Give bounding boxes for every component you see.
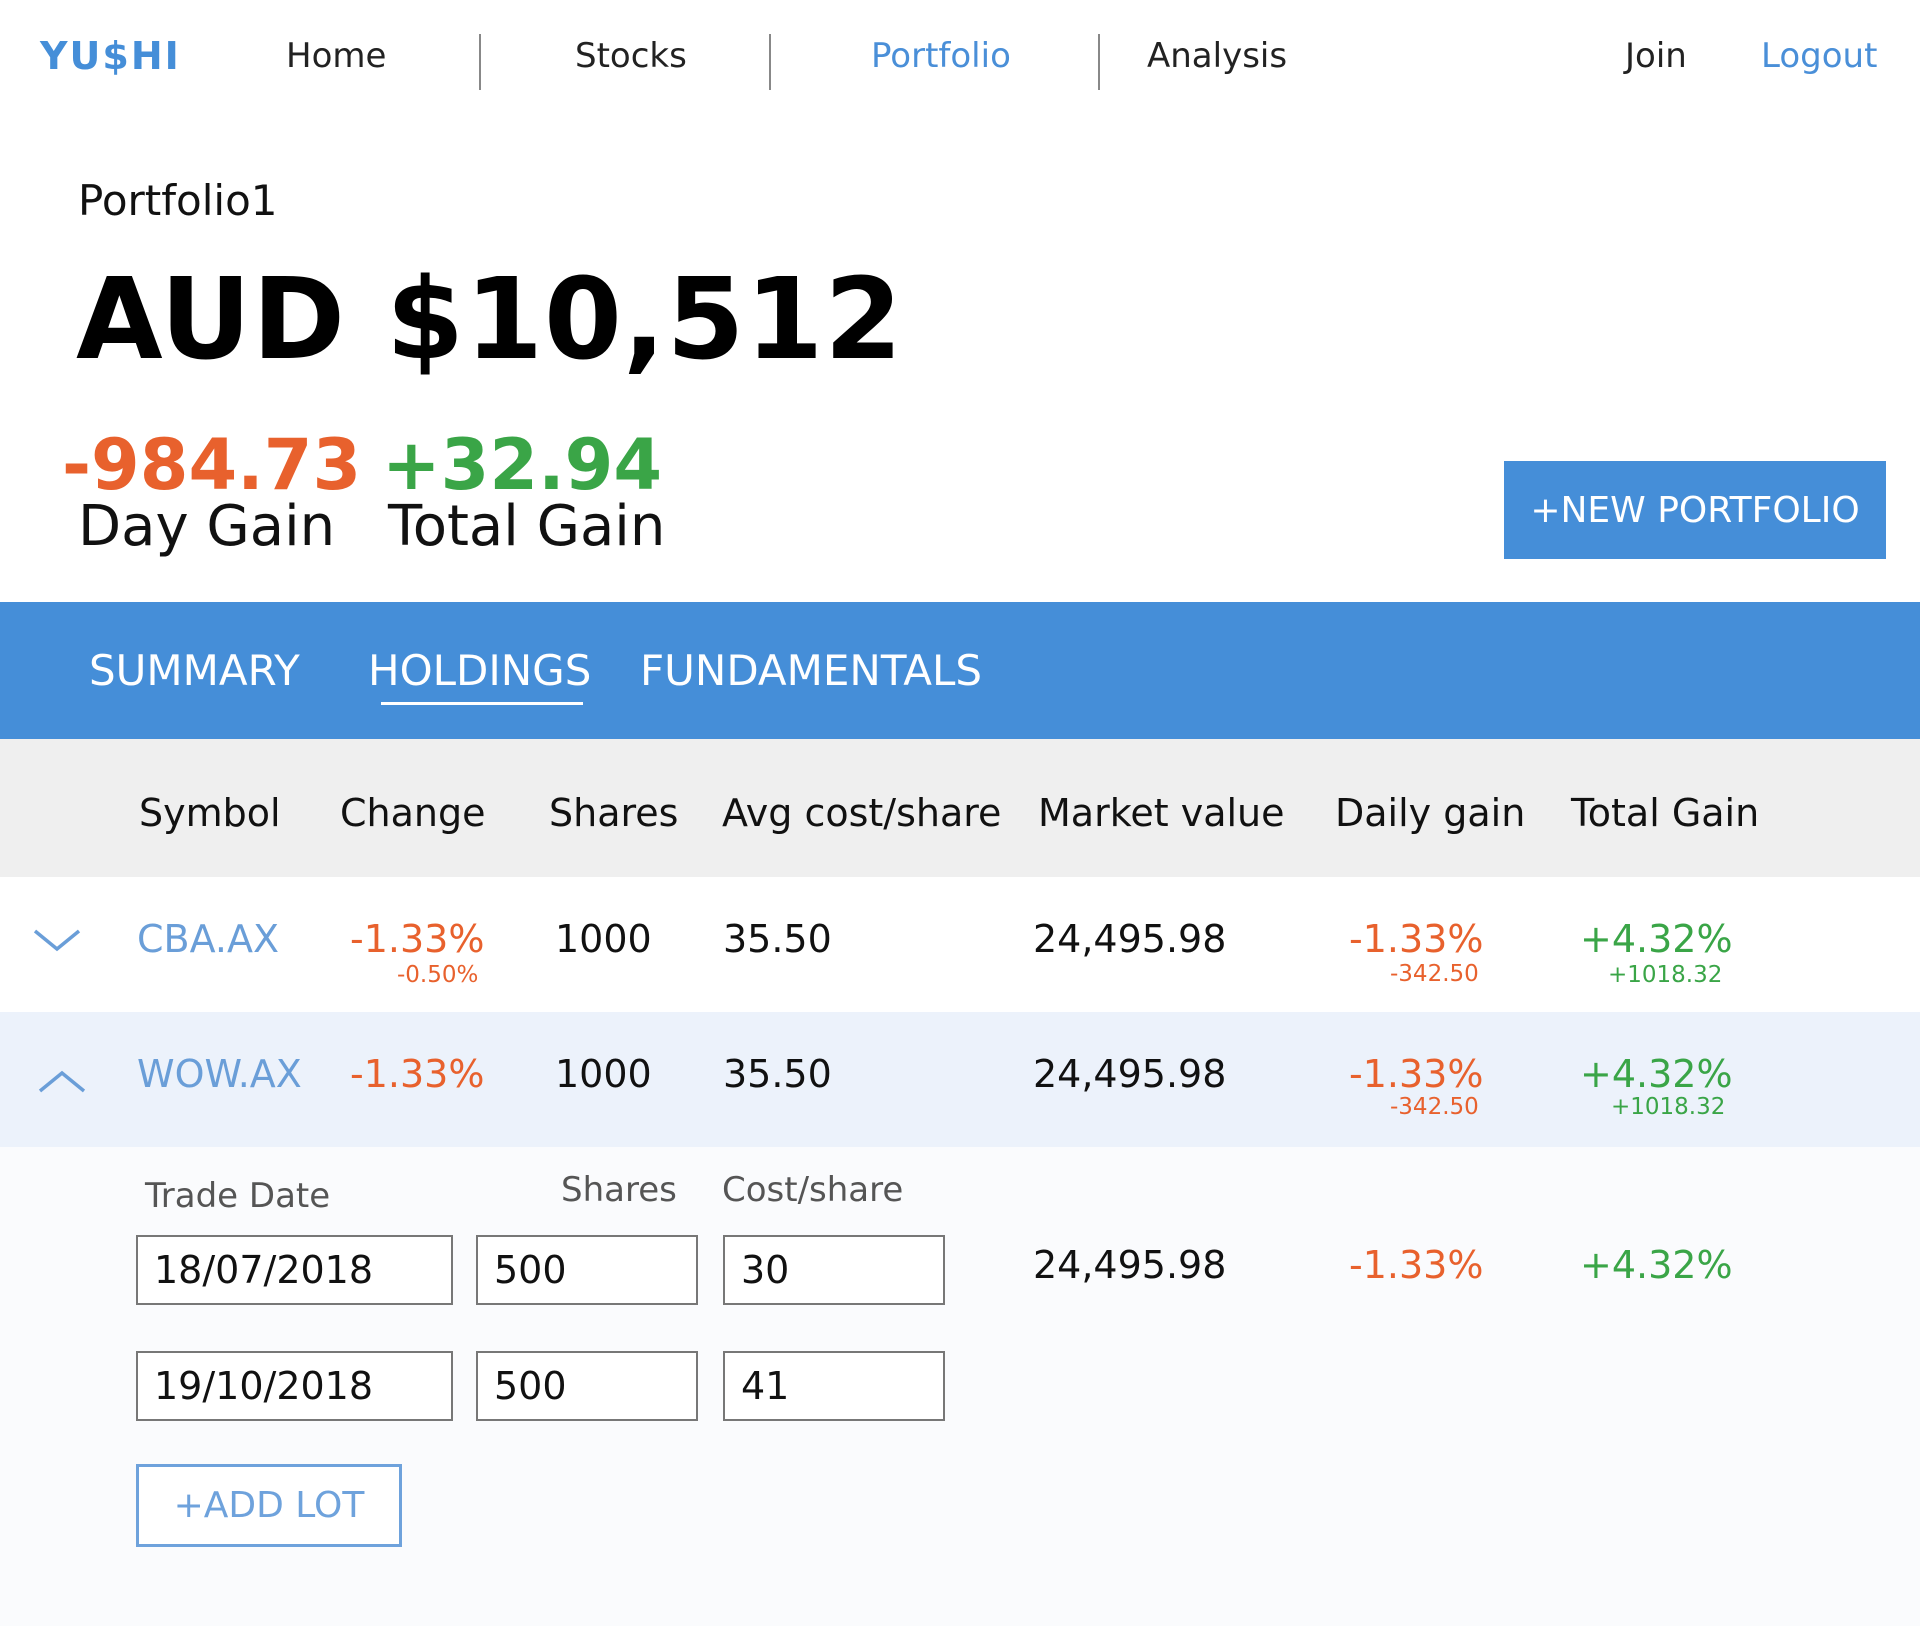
- column-header-daily-gain[interactable]: Daily gain: [1335, 791, 1525, 835]
- lot-label-trade-date: Trade Date: [145, 1176, 331, 1216]
- market-value: 24,495.98: [1033, 1052, 1227, 1096]
- daily-gain-percent: -1.33%: [1349, 917, 1484, 961]
- nav-divider: [1098, 34, 1100, 90]
- tab-fundamentals[interactable]: FUNDAMENTALS: [640, 646, 982, 695]
- column-header-shares[interactable]: Shares: [549, 791, 678, 835]
- nav-logout[interactable]: Logout: [1761, 36, 1877, 76]
- new-portfolio-button[interactable]: +NEW PORTFOLIO: [1504, 461, 1886, 559]
- lot-shares-input[interactable]: [476, 1235, 698, 1305]
- portfolio-name: Portfolio1: [78, 176, 278, 225]
- column-header-symbol[interactable]: Symbol: [139, 791, 281, 835]
- nav-stocks[interactable]: Stocks: [575, 36, 687, 76]
- holdings-table-header: Symbol Change Shares Avg cost/share Mark…: [0, 739, 1920, 877]
- total-gain-percent: +4.32%: [1580, 1052, 1733, 1096]
- lot-label-shares: Shares: [561, 1170, 677, 1210]
- add-lot-button[interactable]: +ADD LOT: [136, 1464, 402, 1547]
- total-gain-label: Total Gain: [388, 494, 666, 559]
- tab-summary[interactable]: SUMMARY: [89, 646, 300, 695]
- nav-divider: [769, 34, 771, 90]
- active-tab-indicator: [381, 702, 583, 705]
- shares-value: 1000: [555, 917, 652, 961]
- nav-analysis[interactable]: Analysis: [1147, 36, 1287, 76]
- column-header-total-gain[interactable]: Total Gain: [1571, 791, 1759, 835]
- tabs-bar: SUMMARY HOLDINGS FUNDAMENTALS: [0, 602, 1920, 739]
- daily-gain-amount: -342.50: [1390, 1094, 1479, 1120]
- table-row[interactable]: WOW.AX -1.33% 1000 35.50 24,495.98 -1.33…: [0, 1012, 1920, 1147]
- chevron-up-icon[interactable]: [38, 1067, 86, 1095]
- lot-daily-gain: -1.33%: [1349, 1243, 1484, 1287]
- avg-cost-value: 35.50: [723, 1052, 832, 1096]
- portfolio-total-value: AUD $10,512: [76, 255, 904, 385]
- logo[interactable]: YU$HI: [40, 34, 181, 78]
- lot-label-cost-per-share: Cost/share: [722, 1170, 904, 1210]
- market-value: 24,495.98: [1033, 917, 1227, 961]
- trade-date-input[interactable]: [136, 1351, 453, 1421]
- nav-home[interactable]: Home: [286, 36, 386, 76]
- total-gain-amount: +1018.32: [1608, 962, 1723, 988]
- chevron-down-icon[interactable]: [33, 927, 81, 955]
- total-gain-amount: +1018.32: [1611, 1094, 1726, 1120]
- shares-value: 1000: [555, 1052, 652, 1096]
- symbol-link[interactable]: CBA.AX: [137, 917, 279, 961]
- daily-gain-percent: -1.33%: [1349, 1052, 1484, 1096]
- change-percent: -1.33%: [350, 917, 485, 961]
- nav-join[interactable]: Join: [1625, 36, 1687, 76]
- avg-cost-value: 35.50: [723, 917, 832, 961]
- lot-market-value: 24,495.98: [1033, 1243, 1227, 1287]
- symbol-link[interactable]: WOW.AX: [137, 1052, 302, 1096]
- tab-holdings[interactable]: HOLDINGS: [368, 646, 591, 695]
- lot-cost-input[interactable]: [723, 1351, 945, 1421]
- column-header-avg-cost[interactable]: Avg cost/share: [722, 791, 1001, 835]
- daily-gain-amount: -342.50: [1390, 961, 1479, 987]
- table-row[interactable]: CBA.AX -1.33% -0.50% 1000 35.50 24,495.9…: [0, 877, 1920, 1012]
- column-header-market-value[interactable]: Market value: [1038, 791, 1285, 835]
- column-header-change[interactable]: Change: [340, 791, 486, 835]
- lot-cost-input[interactable]: [723, 1235, 945, 1305]
- lot-total-gain: +4.32%: [1580, 1243, 1733, 1287]
- lot-shares-input[interactable]: [476, 1351, 698, 1421]
- day-gain-label: Day Gain: [78, 494, 336, 559]
- nav-portfolio[interactable]: Portfolio: [871, 36, 1011, 76]
- nav-divider: [479, 34, 481, 90]
- change-amount: -0.50%: [397, 962, 479, 988]
- trade-date-input[interactable]: [136, 1235, 453, 1305]
- total-gain-percent: +4.32%: [1580, 917, 1733, 961]
- change-percent: -1.33%: [350, 1052, 485, 1096]
